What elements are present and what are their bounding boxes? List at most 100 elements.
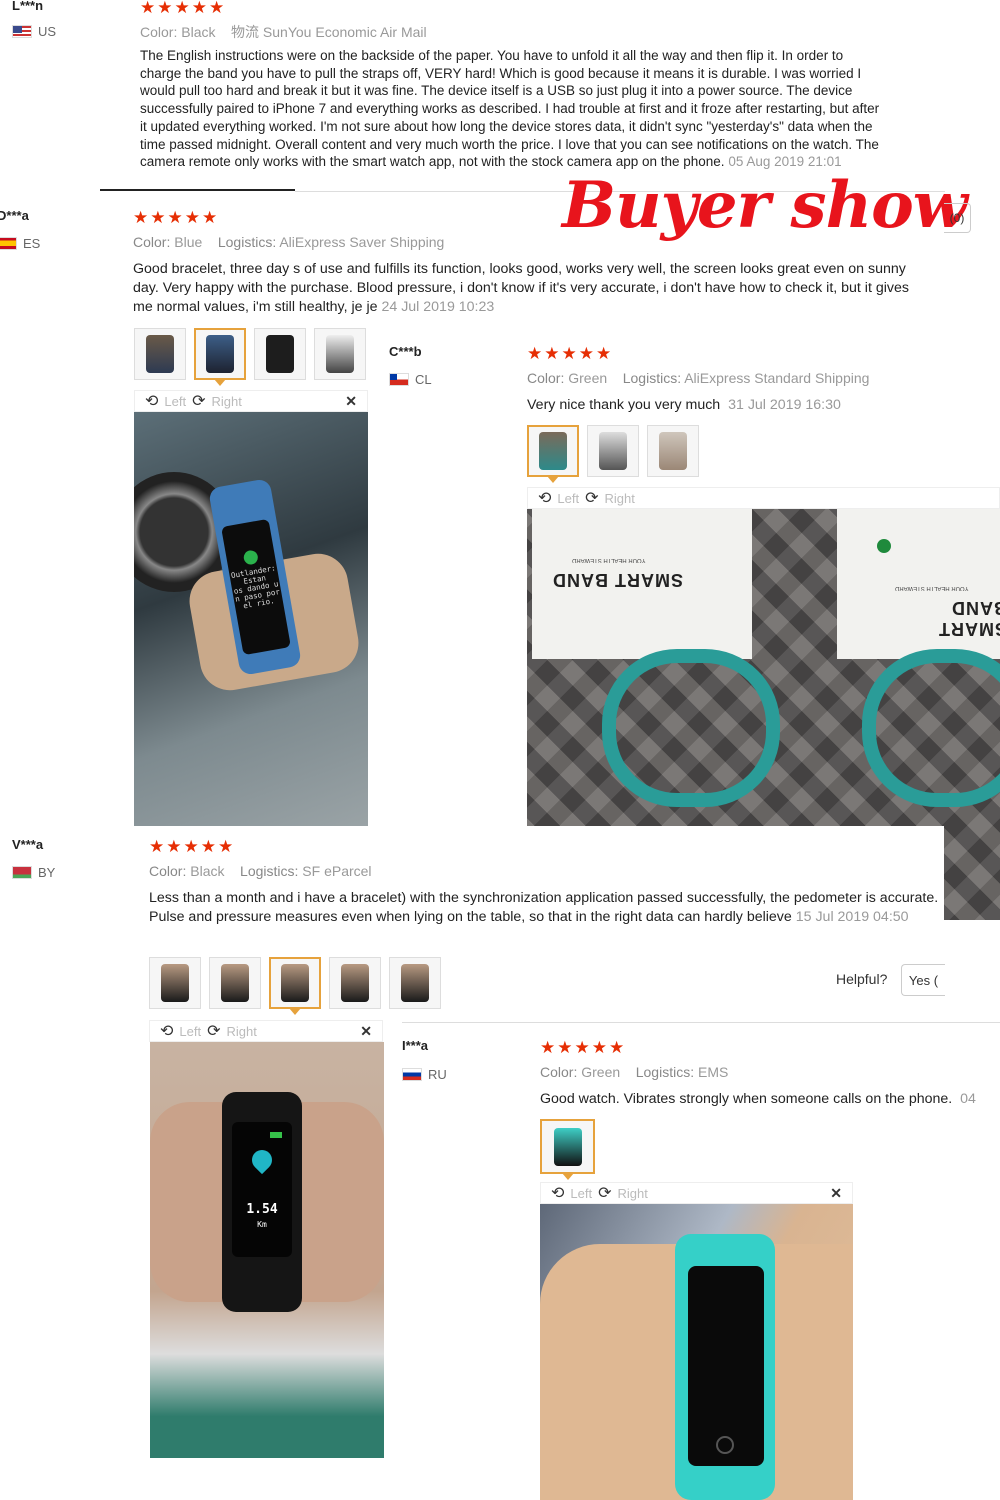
photo-thumbnail[interactable] (314, 328, 366, 380)
cl-flag-icon (389, 373, 409, 386)
logistics-value: EMS (697, 1064, 729, 1080)
review-text: Good bracelet, three day s of use and fu… (133, 261, 909, 315)
close-icon[interactable]: ✕ (345, 393, 357, 410)
photo-thumbnails (527, 425, 699, 483)
rotate-left-button[interactable]: Left (570, 1186, 592, 1201)
logistics-label: Logistics: (217, 234, 277, 250)
image-rotate-bar: ⟲ Left ⟳ Right ✕ (134, 390, 368, 412)
color-value: Black (190, 863, 225, 879)
rotate-left-button[interactable]: Left (179, 1024, 201, 1039)
ru-flag-icon (402, 1068, 422, 1081)
close-icon[interactable]: ✕ (360, 1023, 372, 1040)
rotate-left-button[interactable]: Left (557, 491, 579, 506)
shipping-text: 物流 SunYou Economic Air Mail (231, 24, 427, 40)
photo-thumbnails (134, 328, 366, 386)
band-screen (688, 1266, 764, 1466)
color-label: Color: (133, 234, 171, 250)
country-code: RU (428, 1067, 447, 1082)
photo-thumbnail[interactable] (269, 957, 321, 1015)
color-label: Color: (527, 370, 565, 386)
review-text-block: Good bracelet, three day s of use and fu… (133, 260, 928, 317)
product-box: SMART BAND YOUR HEALTH STEWARD (837, 509, 1000, 659)
photo-thumbnail[interactable] (647, 425, 699, 477)
es-flag-icon (0, 237, 17, 250)
photo-thumbnail[interactable] (134, 328, 186, 380)
review-date: 24 Jul 2019 10:23 (381, 299, 495, 315)
green-band (862, 649, 1000, 807)
photo-thumbnail[interactable] (209, 957, 261, 1009)
green-band (602, 649, 780, 807)
by-flag-icon (12, 866, 32, 879)
photo-thumbnail[interactable] (389, 957, 441, 1009)
us-flag-icon (12, 25, 32, 38)
review-text-block: The English instructions were on the bac… (140, 47, 880, 171)
review-photo: 1.54 Km (150, 1042, 384, 1458)
rotate-right-icon[interactable]: ⟳ (192, 391, 205, 411)
box-sublabel: YOUR HEALTH STEWARD (572, 557, 646, 563)
rotate-left-icon[interactable]: ⟲ (145, 391, 158, 411)
review-meta: Color: Black 物流 SunYou Economic Air Mail (140, 22, 427, 42)
rotate-right-button[interactable]: Right (227, 1024, 257, 1039)
logistics-value: AliExpress Standard Shipping (684, 370, 870, 386)
logistics-value: SF eParcel (302, 863, 372, 879)
rotate-left-icon[interactable]: ⟲ (551, 1183, 564, 1203)
photo-thumbnail[interactable] (527, 425, 579, 483)
touch-button-icon (716, 1436, 734, 1454)
helpful-yes-button-partial[interactable]: (0) (944, 203, 971, 233)
photo-thumbnail[interactable] (194, 328, 246, 386)
distance-unit: Km (257, 1220, 267, 1229)
review-date: 15 Jul 2019 04:50 (795, 909, 909, 925)
photo-thumbnail[interactable] (540, 1119, 595, 1180)
review-text: The English instructions were on the bac… (140, 48, 880, 170)
rotate-left-icon[interactable]: ⟲ (538, 488, 551, 508)
reviewer-name: C***b (389, 344, 422, 359)
color-value: Green (581, 1064, 621, 1080)
star-rating: ★★★★★ (527, 344, 614, 363)
photo-thumbnail[interactable] (329, 957, 381, 1009)
color-label: Color: (540, 1064, 578, 1080)
color-label: Color: (140, 24, 178, 40)
rotate-right-button[interactable]: Right (605, 491, 635, 506)
rotate-right-button[interactable]: Right (212, 394, 242, 409)
green-dot (877, 539, 891, 553)
rotate-right-icon[interactable]: ⟳ (207, 1021, 220, 1041)
image-rotate-bar: ⟲ Left ⟳ Right (527, 487, 1000, 509)
helpful-yes-button[interactable]: Yes ( (901, 964, 945, 996)
country-code: US (38, 24, 57, 39)
photo-thumbnail[interactable] (587, 425, 639, 477)
reviewer-name: L***n (12, 0, 44, 13)
review-photo: Outlander: Estan os dando u n paso por e… (134, 412, 368, 826)
reviewer-country: RU (402, 1067, 447, 1082)
reviewer-country: CL (389, 372, 432, 387)
reviewer-name: V***a (12, 837, 44, 852)
review-text: Good watch. Vibrates strongly when someo… (540, 1091, 953, 1107)
reviewer-name: I***a (402, 1038, 429, 1053)
rotate-left-icon[interactable]: ⟲ (160, 1021, 173, 1041)
country-code: BY (38, 865, 56, 880)
box-sublabel: YOUR HEALTH STEWARD (895, 585, 969, 591)
review-meta: Color: Black Logistics: SF eParcel (149, 863, 372, 879)
rotate-right-icon[interactable]: ⟳ (598, 1183, 611, 1203)
logistics-label: Logistics: (240, 863, 299, 879)
location-pin-icon (247, 1145, 277, 1175)
star-rating: ★★★★★ (133, 208, 220, 227)
box-label: SMART BAND (552, 570, 683, 590)
image-rotate-bar: ⟲ Left ⟳ Right ✕ (540, 1182, 853, 1204)
rotate-left-button[interactable]: Left (164, 394, 186, 409)
photo-thumbnail[interactable] (254, 328, 306, 380)
star-rating: ★★★★★ (149, 837, 236, 856)
product-box: SMART BAND YOUR HEALTH STEWARD (532, 509, 752, 659)
star-rating: ★★★★★ (140, 0, 227, 17)
star-rating: ★★★★★ (540, 1038, 627, 1057)
close-icon[interactable]: ✕ (830, 1185, 842, 1202)
helpful-label: Helpful? (836, 971, 888, 987)
photo-thumbnail[interactable] (149, 957, 201, 1009)
review-meta: Color: Green Logistics: AliExpress Stand… (527, 370, 869, 386)
distance-value: 1.54 (246, 1202, 278, 1217)
photo-thumbnails (540, 1119, 595, 1180)
review-text-block: Less than a month and i have a bracelet)… (149, 889, 939, 927)
logistics-label: Logistics: (635, 1064, 695, 1080)
rotate-right-button[interactable]: Right (618, 1186, 648, 1201)
rotate-right-icon[interactable]: ⟳ (585, 488, 598, 508)
country-code: CL (415, 372, 432, 387)
